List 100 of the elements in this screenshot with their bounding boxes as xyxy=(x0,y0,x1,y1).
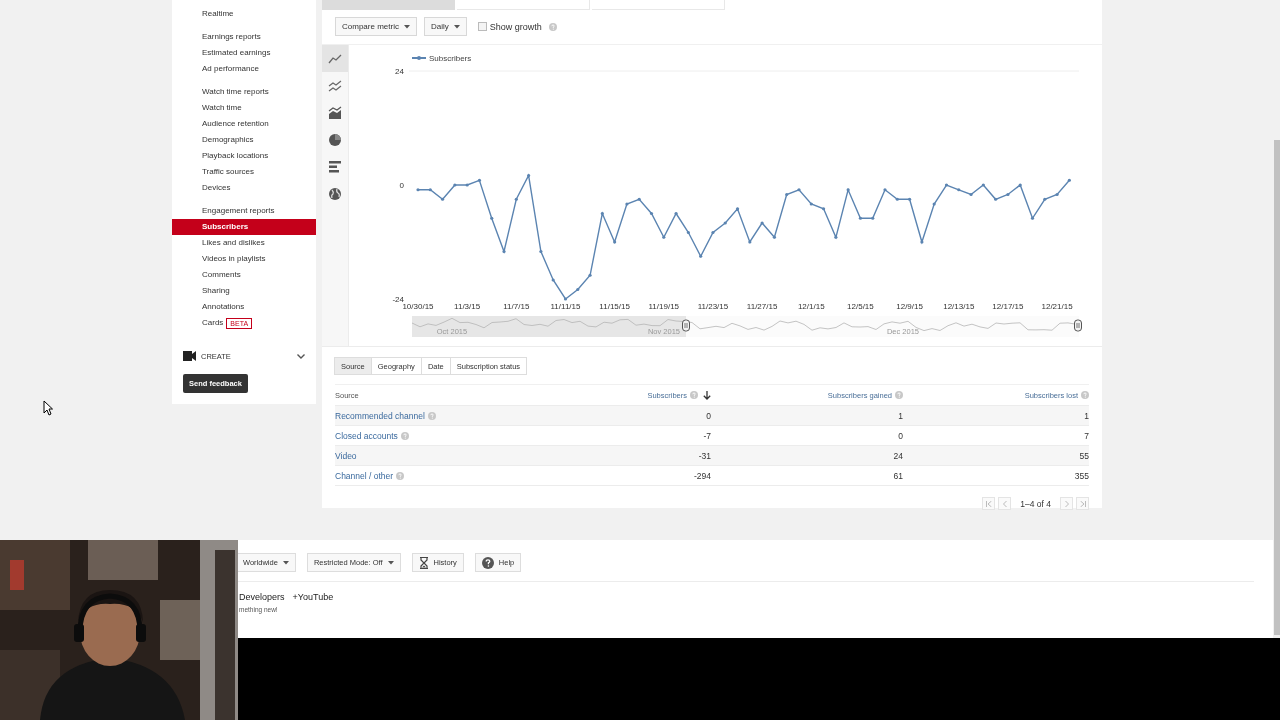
data-point xyxy=(785,192,789,197)
pagination-label: 1–4 of 4 xyxy=(1020,498,1051,509)
data-point xyxy=(711,230,715,235)
data-point xyxy=(613,240,617,244)
source-link[interactable]: Closed accounts xyxy=(335,430,398,441)
data-point xyxy=(477,178,482,182)
axis-label: 12/5/15 xyxy=(847,302,874,311)
data-point xyxy=(1018,183,1022,187)
data-point xyxy=(944,183,949,187)
data-point xyxy=(514,197,518,201)
axis-label: 12/21/15 xyxy=(1041,302,1073,311)
table-cell: 0 xyxy=(898,430,903,441)
sidebar-item[interactable]: Playback locations xyxy=(172,148,316,164)
camera-icon xyxy=(183,351,196,361)
sidebar-item[interactable]: Engagement reports xyxy=(172,203,316,219)
axis-label: 12/1/15 xyxy=(797,302,825,311)
data-point xyxy=(428,188,432,192)
caret-icon xyxy=(403,24,410,29)
sidebar-item[interactable]: Watch time reports xyxy=(172,84,316,100)
sidebar-item[interactable]: Watch time xyxy=(172,100,316,116)
sidebar-item[interactable]: Demographics xyxy=(172,132,316,148)
axis-label: 11/15/15 xyxy=(599,302,630,311)
data-point xyxy=(527,173,531,178)
last-page-button[interactable] xyxy=(1076,497,1089,510)
table-cell: -7 xyxy=(703,430,711,441)
show-growth-checkbox[interactable] xyxy=(477,22,487,31)
table-cell: 355 xyxy=(1074,470,1089,481)
axis-label: 11/23/15 xyxy=(697,302,729,311)
previous-page-button[interactable] xyxy=(998,497,1012,510)
data-point xyxy=(1043,197,1047,201)
table-cell: 24 xyxy=(893,450,903,461)
sidebar-item[interactable]: Comments xyxy=(172,267,316,283)
help-icon xyxy=(400,431,409,440)
data-point xyxy=(834,235,838,239)
data-point xyxy=(1055,192,1059,197)
checkbox-label[interactable]: Show growth xyxy=(489,21,542,32)
data-point xyxy=(699,254,703,258)
axis-label: 11/11/15 xyxy=(550,302,581,311)
data-point xyxy=(748,240,752,244)
data-point xyxy=(649,211,654,216)
data-point xyxy=(576,287,580,292)
data-point xyxy=(453,183,457,187)
sidebar-item[interactable]: Sharing xyxy=(172,283,316,299)
range-handle[interactable] xyxy=(682,319,690,332)
help-icon xyxy=(396,471,405,480)
source-link[interactable]: Recommended channel xyxy=(335,410,425,421)
sidebar-item[interactable]: Realtime xyxy=(172,6,316,22)
sidebar-item[interactable]: Subscribers xyxy=(172,219,316,235)
sidebar-item[interactable]: Likes and dislikes xyxy=(172,235,316,251)
data-point xyxy=(846,188,850,192)
axis-label: 11/7/15 xyxy=(503,302,530,311)
next-page-button[interactable] xyxy=(1060,497,1073,510)
help-icon xyxy=(895,391,903,399)
pie-chart-icon xyxy=(328,132,342,147)
sidebar-item[interactable]: Traffic sources xyxy=(172,164,316,180)
sidebar-item[interactable]: Annotations xyxy=(172,299,316,315)
sidebar-item[interactable]: Ad performance xyxy=(172,61,316,77)
source-link[interactable]: Channel / other xyxy=(335,470,394,481)
sidebar-item[interactable]: Estimated earnings xyxy=(172,45,316,61)
range-handle[interactable] xyxy=(1074,319,1082,332)
data-point xyxy=(662,235,666,239)
caret-icon xyxy=(387,560,394,565)
compare-metric-dropdown[interactable]: Compare metric xyxy=(335,17,417,36)
data-point xyxy=(502,249,506,254)
cursor-icon xyxy=(43,400,53,416)
data-point xyxy=(858,216,863,220)
metric-tab[interactable] xyxy=(322,0,455,10)
sidebar-item[interactable]: Earnings reports xyxy=(172,29,316,45)
next-icon xyxy=(1063,500,1070,507)
data-point xyxy=(760,221,764,225)
data-point xyxy=(735,207,740,211)
sidebar-item[interactable]: Devices xyxy=(172,180,316,196)
first-page-button[interactable] xyxy=(982,497,996,510)
data-point xyxy=(465,183,469,187)
data-point xyxy=(883,188,887,192)
data-point xyxy=(588,273,592,277)
data-point xyxy=(441,197,445,201)
axis-label: 10/30/15 xyxy=(402,302,434,311)
data-point xyxy=(981,183,985,187)
source-link[interactable]: Video xyxy=(335,450,357,461)
data-point xyxy=(1030,216,1035,220)
interval-dropdown[interactable]: Daily xyxy=(423,17,467,36)
sidebar-item[interactable]: Audience retention xyxy=(172,116,316,132)
data-point xyxy=(821,207,826,211)
table-cell: 0 xyxy=(706,410,711,421)
data-point xyxy=(551,278,555,282)
axis-label: 12/13/15 xyxy=(943,302,975,311)
data-point xyxy=(637,197,641,201)
last-page-icon xyxy=(1079,500,1086,507)
footer-link[interactable]: Developers xyxy=(239,592,285,602)
data-point xyxy=(674,211,678,216)
first-page-icon xyxy=(985,500,992,507)
multi-line-chart-icon xyxy=(328,78,342,93)
previous-icon xyxy=(1001,500,1008,507)
data-point xyxy=(871,216,875,220)
data-point xyxy=(600,211,604,216)
data-point xyxy=(772,235,776,239)
footer-link[interactable]: +YouTube xyxy=(292,592,334,602)
sidebar-item[interactable]: Videos in playlists xyxy=(172,251,316,267)
scrollbar-thumb[interactable] xyxy=(1274,140,1280,635)
